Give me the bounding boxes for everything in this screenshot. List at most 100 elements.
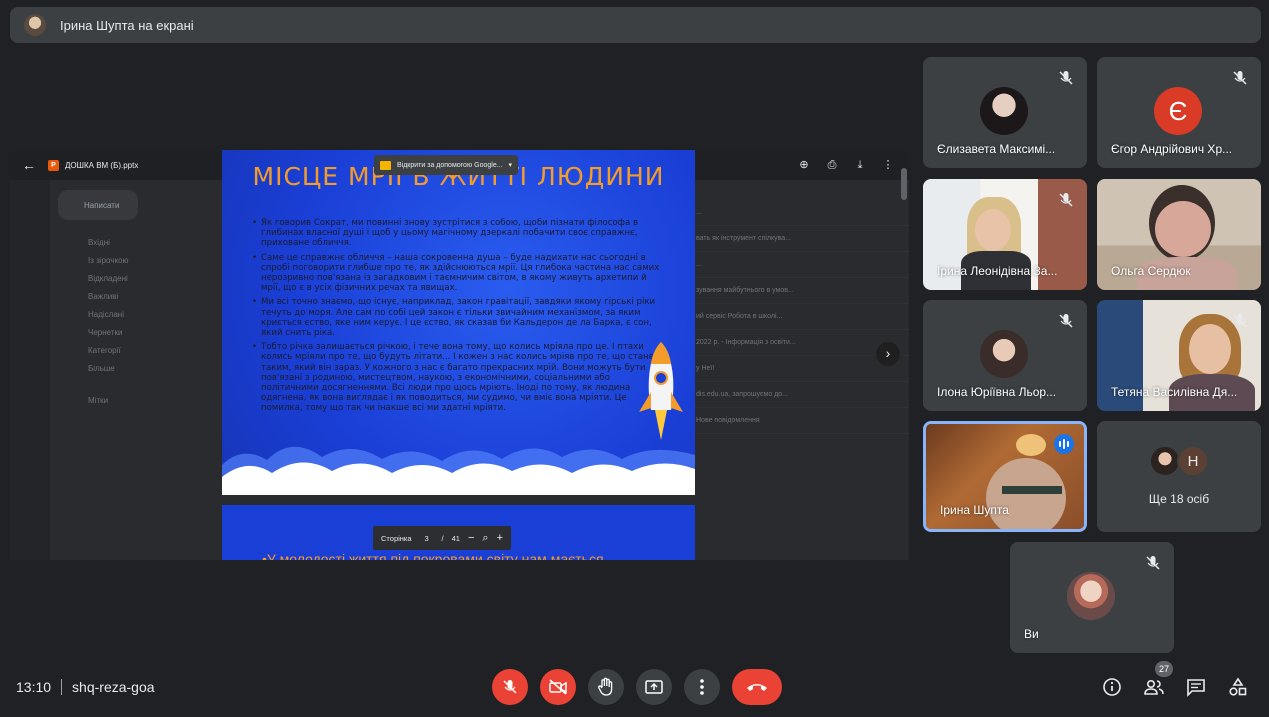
clock-time: 13:10 [16,679,52,695]
google-slides-icon [380,160,391,170]
zoom-out-icon: − [467,532,475,544]
next-page-icon: › [876,342,900,366]
gmail-nav-item: Із зірочкою [88,256,129,265]
print-icon: ⎙ [827,159,837,171]
slide-bullet: Ми всі точно знаємо, що існує, наприклад… [252,297,662,338]
mail-row: Нове повідомлення [690,408,909,434]
pptx-file-icon: P [48,159,59,171]
slide-bullets: Як говорив Сократ, ми повинні знову зуст… [252,218,662,418]
participant-name: Ірина Леонідівна За... [937,264,1058,278]
participant-name: Ольга Сердюк [1111,264,1191,278]
leave-call-button[interactable] [732,669,782,705]
page-current: 3 [424,533,429,543]
page-navigator: Сторінка 3 / 41 − ⌕ + [373,526,512,550]
scrollbar [901,168,907,200]
slide-bullet: Тобто річка залишається річкою, і тече в… [252,342,662,413]
zoom-icon: ⌕ [482,531,489,544]
open-with-button: Відкрити за допомогою Google... ▾ [374,155,519,175]
participant-name: Ірина Шупта [940,503,1009,517]
page-separator: / [441,533,444,543]
gmail-labels-title: Мітки [88,396,109,405]
gmail-nav-item: Відкладені [88,274,128,283]
mail-row: зування майбутнього в умов... [690,278,909,304]
participant-name: Єгор Андрійович Хр... [1111,142,1233,156]
self-tile[interactable]: Ви [1010,542,1174,653]
chat-button[interactable] [1185,673,1207,701]
mic-off-icon [1146,556,1160,570]
presenter-banner-text: Ірина Шупта на екрані [60,17,194,33]
more-vert-icon [700,679,704,695]
activities-icon [1229,677,1247,696]
shared-screen: Написати Вхідні Із зірочкою Відкладені В… [10,150,909,560]
more-options-button[interactable] [684,669,720,705]
participant-tile[interactable]: Єлизавета Максимі... [923,57,1087,168]
meeting-details-button[interactable] [1101,673,1123,701]
people-button[interactable]: 27 [1143,661,1173,701]
side-panel-buttons: 27 [1101,661,1249,701]
camera-toggle-button[interactable] [540,669,576,705]
hand-icon [598,677,613,696]
page-label: Сторінка [381,533,412,543]
participant-name: Тетяна Василівна Дя... [1111,385,1238,399]
present-screen-icon [645,680,663,694]
avatar [1067,572,1115,620]
file-name: ДОШКА ВМ (Б).pptx [65,160,139,170]
gmail-nav-item: Категорії [88,346,121,355]
meeting-info: 13:10 shq-reza-goa [16,679,155,695]
gmail-nav-item: Чернетки [88,328,123,337]
participant-name: Єлизавета Максимі... [937,142,1056,156]
participant-tile[interactable]: Тетяна Василівна Дя... [1097,300,1261,411]
gmail-nav-item: Більше [88,364,115,373]
more-participants-tile[interactable]: Н Ще 18 осіб [1097,421,1261,532]
clouds-illustration [222,446,695,495]
mail-row: ... [690,252,909,278]
speaking-indicator-icon [1054,434,1074,454]
compose-button: Написати [58,190,138,220]
mail-row: вать як інструмент спілкува... [690,226,909,252]
gmail-sidebar [10,180,50,560]
gmail-nav-item: Надіслані [88,310,124,319]
more-participants-label: Ще 18 осіб [1148,492,1210,506]
participant-tile[interactable]: Ілона Юріївна Льор... [923,300,1087,411]
people-icon [1144,679,1164,695]
gmail-nav-item: Вхідні [88,238,110,247]
presenter-banner[interactable]: Ірина Шупта на екрані [10,7,1261,43]
avatar-initial: Є [1154,87,1202,135]
mail-row: у Неї! [690,356,909,382]
slide-bullet: Саме це справжнє обличчя – наша сокровен… [252,253,662,294]
camera-off-icon [549,679,567,695]
zoom-in-icon: + [496,532,504,544]
open-with-label: Відкрити за допомогою Google... [397,161,503,169]
participant-name: Ви [1024,627,1039,641]
mail-row: ий сервіс Робота в школі... [690,304,909,330]
rocket-illustration [639,342,683,440]
present-button[interactable] [636,669,672,705]
add-to-drive-icon: ⊕ [799,159,809,171]
call-controls [492,669,782,705]
activities-button[interactable] [1227,673,1249,701]
end-call-icon [747,684,767,691]
participant-tile[interactable]: Ольга Сердюк [1097,179,1261,290]
people-count-badge: 27 [1155,661,1173,677]
participant-name: Ілона Юріївна Льор... [937,385,1057,399]
gmail-nav: Написати Вхідні Із зірочкою Відкладені В… [58,190,198,414]
raise-hand-button[interactable] [588,669,624,705]
dropdown-icon: ▾ [508,162,513,169]
slide-bullet: Як говорив Сократ, ми повинні знову зуст… [252,218,662,249]
gmail-mail-list: ... вать як інструмент спілкува... ... з… [690,200,909,560]
participant-tile[interactable]: Є Єгор Андрійович Хр... [1097,57,1261,168]
more-vert-icon: ⋮ [882,159,894,171]
chat-icon [1187,679,1205,697]
mic-off-icon [1233,71,1247,85]
next-slide-text: •У молодості життя під покровами світу н… [262,551,604,560]
participant-tile[interactable]: Ірина Леонідівна За... [923,179,1087,290]
mic-off-icon [1059,71,1073,85]
gmail-nav-item: Важливі [88,292,119,301]
meeting-code: shq-reza-goa [72,679,155,695]
mic-off-icon [1059,314,1073,328]
slide: МІСЦЕ МРІЇ В ЖИТТІ ЛЮДИНИ Як говорив Сок… [222,150,695,495]
mic-toggle-button[interactable] [492,669,528,705]
divider [61,679,63,695]
participant-tile-speaking[interactable]: Ірина Шупта [923,421,1087,532]
page-total: 41 [451,533,460,543]
